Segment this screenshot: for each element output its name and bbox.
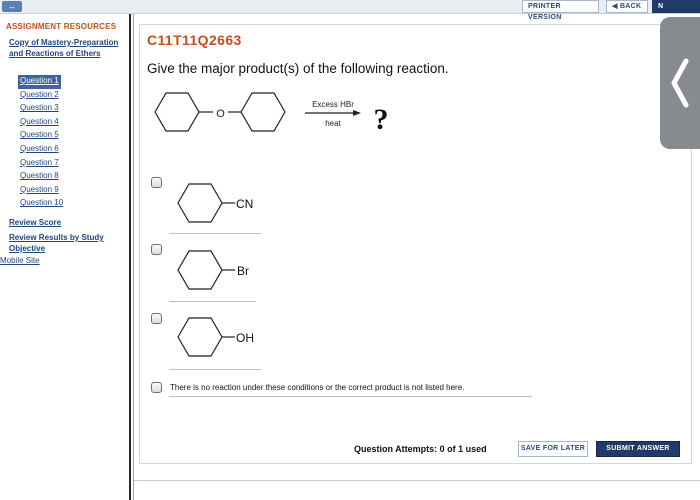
option-2-structure[interactable]: Br (175, 249, 270, 293)
sidebar-divider (129, 14, 131, 500)
reagent-label: Excess HBr (312, 100, 354, 109)
cyclohexane-ring-right (240, 92, 286, 132)
printer-version-button[interactable]: PRINTER VERSION (522, 0, 599, 21)
option-1-radio[interactable] (151, 177, 162, 188)
option-3-substituent: OH (236, 331, 254, 345)
option-2-substituent: Br (237, 264, 249, 278)
question-id: C11T11Q2663 (147, 32, 242, 48)
ether-oxygen: O (216, 108, 225, 120)
question-link[interactable]: Question 8 (20, 170, 63, 184)
question-link[interactable]: Question 10 (20, 197, 63, 211)
bottom-divider (134, 480, 700, 481)
sidebar-title: ASSIGNMENT RESOURCES (6, 22, 117, 31)
option-1-underline (169, 233, 261, 234)
question-link[interactable]: Question 5 (20, 129, 63, 143)
option-3-radio[interactable] (151, 313, 162, 324)
reaction-scheme: O Excess HBr heat ? (154, 92, 389, 136)
question-link[interactable]: Question 4 (20, 116, 63, 130)
question-link-active[interactable]: Question 1 (18, 75, 61, 89)
reaction-arrow-icon (353, 110, 361, 116)
option-4-underline (169, 396, 532, 397)
back-button-label: BACK (619, 3, 642, 10)
question-link[interactable]: Question 7 (20, 157, 63, 171)
cyclohexane-ring-left (154, 92, 200, 132)
side-collapse-tab[interactable] (660, 17, 700, 149)
back-button[interactable]: ◀ BACK (606, 0, 648, 13)
sidebar-divider-inner (133, 14, 134, 500)
review-score-link[interactable]: Review Score (9, 218, 61, 227)
option-2-radio[interactable] (151, 244, 162, 255)
save-for-later-button[interactable]: SAVE FOR LATER (518, 441, 588, 457)
review-results-link[interactable]: Review Results by Study Objective (9, 232, 124, 254)
question-list: Question 1 Question 2 Question 3 Questio… (18, 70, 63, 211)
chevron-left-icon (671, 58, 689, 108)
option-3-structure[interactable]: OH (175, 316, 270, 360)
back-arrow-icon: ◀ (612, 3, 618, 10)
option-1-structure[interactable]: CN (175, 182, 270, 226)
option-3-underline (169, 369, 261, 370)
option-4-radio[interactable] (151, 382, 162, 393)
next-button[interactable]: N (652, 0, 700, 13)
option-1-substituent: CN (236, 197, 253, 211)
question-link[interactable]: Question 6 (20, 143, 63, 157)
sidebar: ASSIGNMENT RESOURCES Copy of Mastery-Pre… (0, 14, 128, 500)
question-attempts: Question Attempts: 0 of 1 used (354, 444, 487, 454)
assignment-link[interactable]: Copy of Mastery-Preparation and Reaction… (9, 37, 121, 59)
option-2-underline (169, 301, 256, 302)
top-toolbar: ↔ PRINTER VERSION ◀ BACK N (0, 0, 700, 21)
condition-label: heat (325, 119, 341, 128)
question-link[interactable]: Question 9 (20, 184, 63, 198)
question-prompt: Give the major product(s) of the followi… (147, 61, 449, 76)
submit-answer-button[interactable]: SUBMIT ANSWER (596, 441, 680, 457)
mobile-site-link[interactable]: Mobile Site (0, 256, 40, 265)
expand-icon[interactable]: ↔ (2, 1, 22, 12)
question-link[interactable]: Question 2 (20, 89, 63, 103)
option-4-text[interactable]: There is no reaction under these conditi… (170, 383, 464, 392)
question-list-item[interactable]: Question 1 (18, 70, 63, 89)
unknown-product-mark: ? (374, 103, 389, 136)
question-link[interactable]: Question 3 (20, 102, 63, 116)
